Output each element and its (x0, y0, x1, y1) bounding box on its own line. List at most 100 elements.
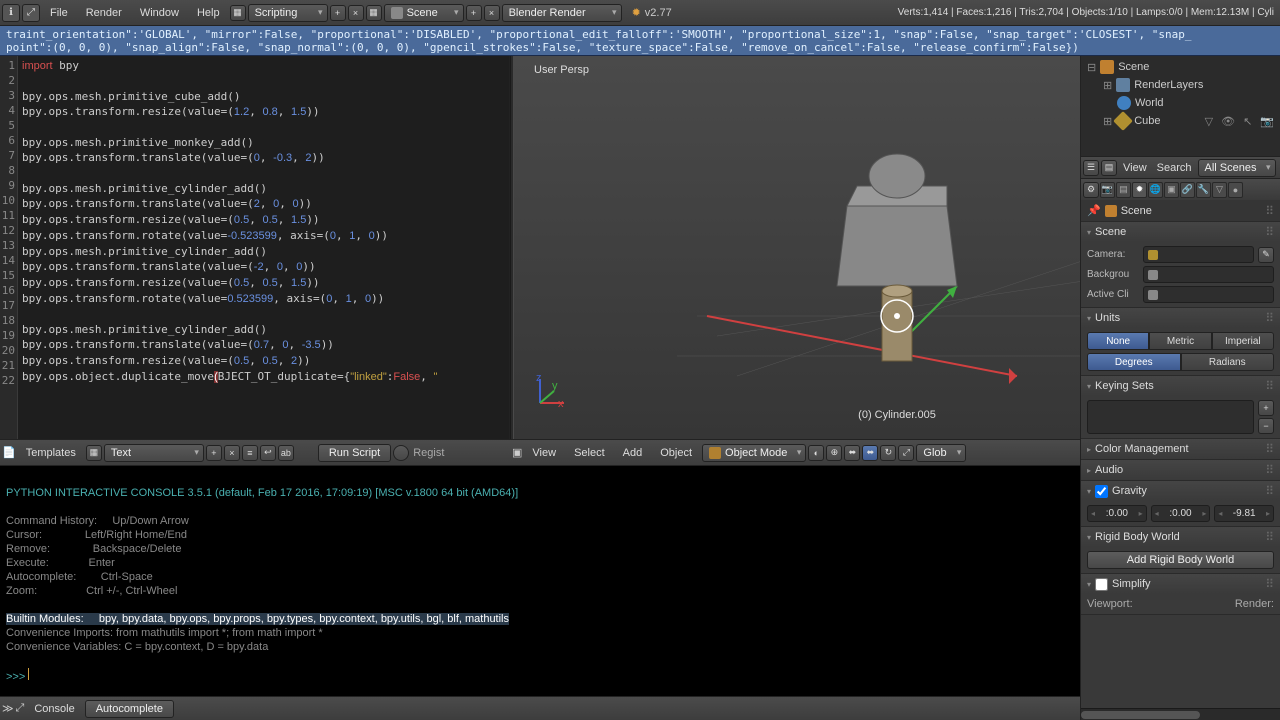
editor-type-console-icon[interactable]: ≫ (2, 702, 14, 715)
vp-object-menu[interactable]: Object (652, 447, 700, 459)
unit-metric-toggle[interactable]: Metric (1149, 332, 1211, 350)
tab-material[interactable]: ● (1228, 182, 1243, 198)
menu-window[interactable]: Window (132, 7, 187, 19)
outliner-renderlayers[interactable]: RenderLayers (1134, 79, 1203, 91)
minus-icon[interactable]: ⊟ (1087, 61, 1096, 74)
mode-dropdown[interactable]: Object Mode (702, 444, 806, 462)
gravity-x-field[interactable]: :0.00 (1087, 505, 1147, 522)
menu-help[interactable]: Help (189, 7, 228, 19)
keying-sets-list[interactable] (1087, 400, 1254, 434)
gravity-y-field[interactable]: :0.00 (1151, 505, 1211, 522)
mesh-data-icon[interactable]: ▽ (1205, 115, 1213, 128)
code-area[interactable]: import bpy bpy.ops.mesh.primitive_cube_a… (18, 56, 509, 439)
scene-browse-icon[interactable]: ▦ (366, 5, 382, 21)
panel-keying-header[interactable]: Keying Sets⠿ (1081, 376, 1280, 396)
tab-render[interactable]: 📷 (1100, 182, 1115, 198)
vp-add-menu[interactable]: Add (615, 447, 651, 459)
pin-icon[interactable]: 📌 (1087, 204, 1101, 217)
register-toggle[interactable] (393, 445, 409, 461)
outliner-filter-icon[interactable]: ▤ (1101, 160, 1117, 176)
keying-add-button[interactable]: + (1258, 400, 1274, 416)
manipulator-scale[interactable]: ⤢ (898, 445, 914, 461)
layout-remove-button[interactable]: × (348, 5, 364, 21)
tab-constraints[interactable]: 🔗 (1180, 182, 1195, 198)
renderable-camera-icon[interactable]: 📷 (1260, 115, 1274, 128)
unit-none-toggle[interactable]: None (1087, 332, 1149, 350)
manipulator-rotate[interactable]: ↻ (880, 445, 896, 461)
manipulator-toggle[interactable]: ⬌ (844, 445, 860, 461)
camera-field[interactable] (1143, 246, 1254, 263)
pivot-dropdown[interactable]: ⊕ (826, 445, 842, 461)
layout-dropdown[interactable]: Scripting (248, 4, 328, 22)
add-rigid-body-button[interactable]: Add Rigid Body World (1087, 551, 1274, 569)
console-expand-icon[interactable]: ⤢ (16, 702, 25, 715)
manipulator-translate[interactable]: ⬌ (862, 445, 878, 461)
plus-icon[interactable]: ⊞ (1103, 115, 1112, 128)
panel-colormgmt-header[interactable]: Color Management⠿ (1081, 439, 1280, 459)
tab-world[interactable]: 🌐 (1148, 182, 1163, 198)
autocomplete-button[interactable]: Autocomplete (85, 700, 174, 718)
keying-remove-button[interactable]: − (1258, 418, 1274, 434)
panel-audio-header[interactable]: Audio⠿ (1081, 460, 1280, 480)
panel-grip-icon[interactable]: ⠿ (1265, 204, 1274, 218)
selectable-cursor-icon[interactable]: ↖ (1243, 115, 1252, 128)
outliner[interactable]: ⊟ Scene ⊞ RenderLayers World ⊞ Cube ▽ 👁 ↖ 📷 (1081, 56, 1280, 156)
python-console[interactable]: PYTHON INTERACTIVE CONSOLE 3.5.1 (defaul… (0, 465, 1080, 696)
run-script-button[interactable]: Run Script (318, 444, 391, 462)
panel-rigid-header[interactable]: Rigid Body World⠿ (1081, 527, 1280, 547)
outliner-scrollbar[interactable] (1081, 708, 1280, 720)
panel-scene-header[interactable]: Scene⠿ (1081, 222, 1280, 242)
unit-imperial-toggle[interactable]: Imperial (1212, 332, 1274, 350)
text-unlink-button[interactable]: × (224, 445, 240, 461)
panel-simplify-header[interactable]: Simplify⠿ (1081, 574, 1280, 594)
menu-render[interactable]: Render (78, 7, 130, 19)
menu-file[interactable]: File (42, 7, 76, 19)
vp-select-menu[interactable]: Select (566, 447, 613, 459)
tab-scene[interactable]: ✹ (1132, 182, 1147, 198)
gravity-checkbox[interactable] (1095, 485, 1108, 498)
tab-data[interactable]: ▽ (1212, 182, 1227, 198)
active-clip-field[interactable] (1143, 286, 1274, 303)
shading-dropdown[interactable]: ◐ (808, 445, 824, 461)
outliner-scene[interactable]: Scene (1118, 61, 1149, 73)
camera-eyedropper-icon[interactable]: ✎ (1258, 247, 1274, 263)
outliner-world[interactable]: World (1135, 97, 1164, 109)
editor-type-text-icon[interactable]: 📄 (2, 446, 16, 459)
angle-degrees-toggle[interactable]: Degrees (1087, 353, 1181, 371)
tab-renderlayers[interactable]: ▤ (1116, 182, 1131, 198)
angle-radians-toggle[interactable]: Radians (1181, 353, 1275, 371)
text-add-button[interactable]: + (206, 445, 222, 461)
outliner-display-dropdown[interactable]: All Scenes (1198, 159, 1276, 177)
editor-type-icon[interactable]: ℹ (2, 4, 20, 22)
visibility-eye-icon[interactable]: 👁 (1221, 115, 1235, 128)
scene-add-button[interactable]: + (466, 5, 482, 21)
panel-gravity-header[interactable]: Gravity⠿ (1081, 481, 1280, 501)
scene-dropdown[interactable]: Scene (384, 4, 464, 22)
word-wrap-toggle[interactable]: ↩ (260, 445, 276, 461)
outliner-type-icon[interactable]: ☰ (1083, 160, 1099, 176)
background-field[interactable] (1143, 266, 1274, 283)
editor-type-3dview-icon[interactable]: ▣ (512, 446, 522, 459)
templates-menu[interactable]: Templates (18, 447, 84, 459)
outliner-search-menu[interactable]: Search (1153, 162, 1196, 174)
scene-remove-button[interactable]: × (484, 5, 500, 21)
layout-grid-icon[interactable]: ▦ (230, 5, 246, 21)
tab-object[interactable]: ▣ (1164, 182, 1179, 198)
text-browse-icon[interactable]: ▦ (86, 445, 102, 461)
expand-icon[interactable]: ⤢ (22, 4, 40, 22)
outliner-cube[interactable]: Cube (1134, 115, 1160, 127)
panel-units-header[interactable]: Units⠿ (1081, 308, 1280, 328)
vp-view-menu[interactable]: View (524, 447, 564, 459)
tab-modifiers[interactable]: 🔧 (1196, 182, 1211, 198)
properties-type-icon[interactable]: ⚙ (1083, 182, 1099, 198)
console-menu[interactable]: Console (26, 703, 82, 715)
layout-add-button[interactable]: + (330, 5, 346, 21)
render-engine-dropdown[interactable]: Blender Render (502, 4, 622, 22)
syntax-highlight-toggle[interactable]: ab (278, 445, 294, 461)
gravity-z-field[interactable]: -9.81 (1214, 505, 1274, 522)
outliner-view-menu[interactable]: View (1119, 162, 1151, 174)
line-numbers-toggle[interactable]: ≡ (242, 445, 258, 461)
orientation-dropdown[interactable]: Glob (916, 444, 966, 462)
text-datablock-dropdown[interactable]: Text (104, 444, 204, 462)
plus-icon[interactable]: ⊞ (1103, 79, 1112, 92)
